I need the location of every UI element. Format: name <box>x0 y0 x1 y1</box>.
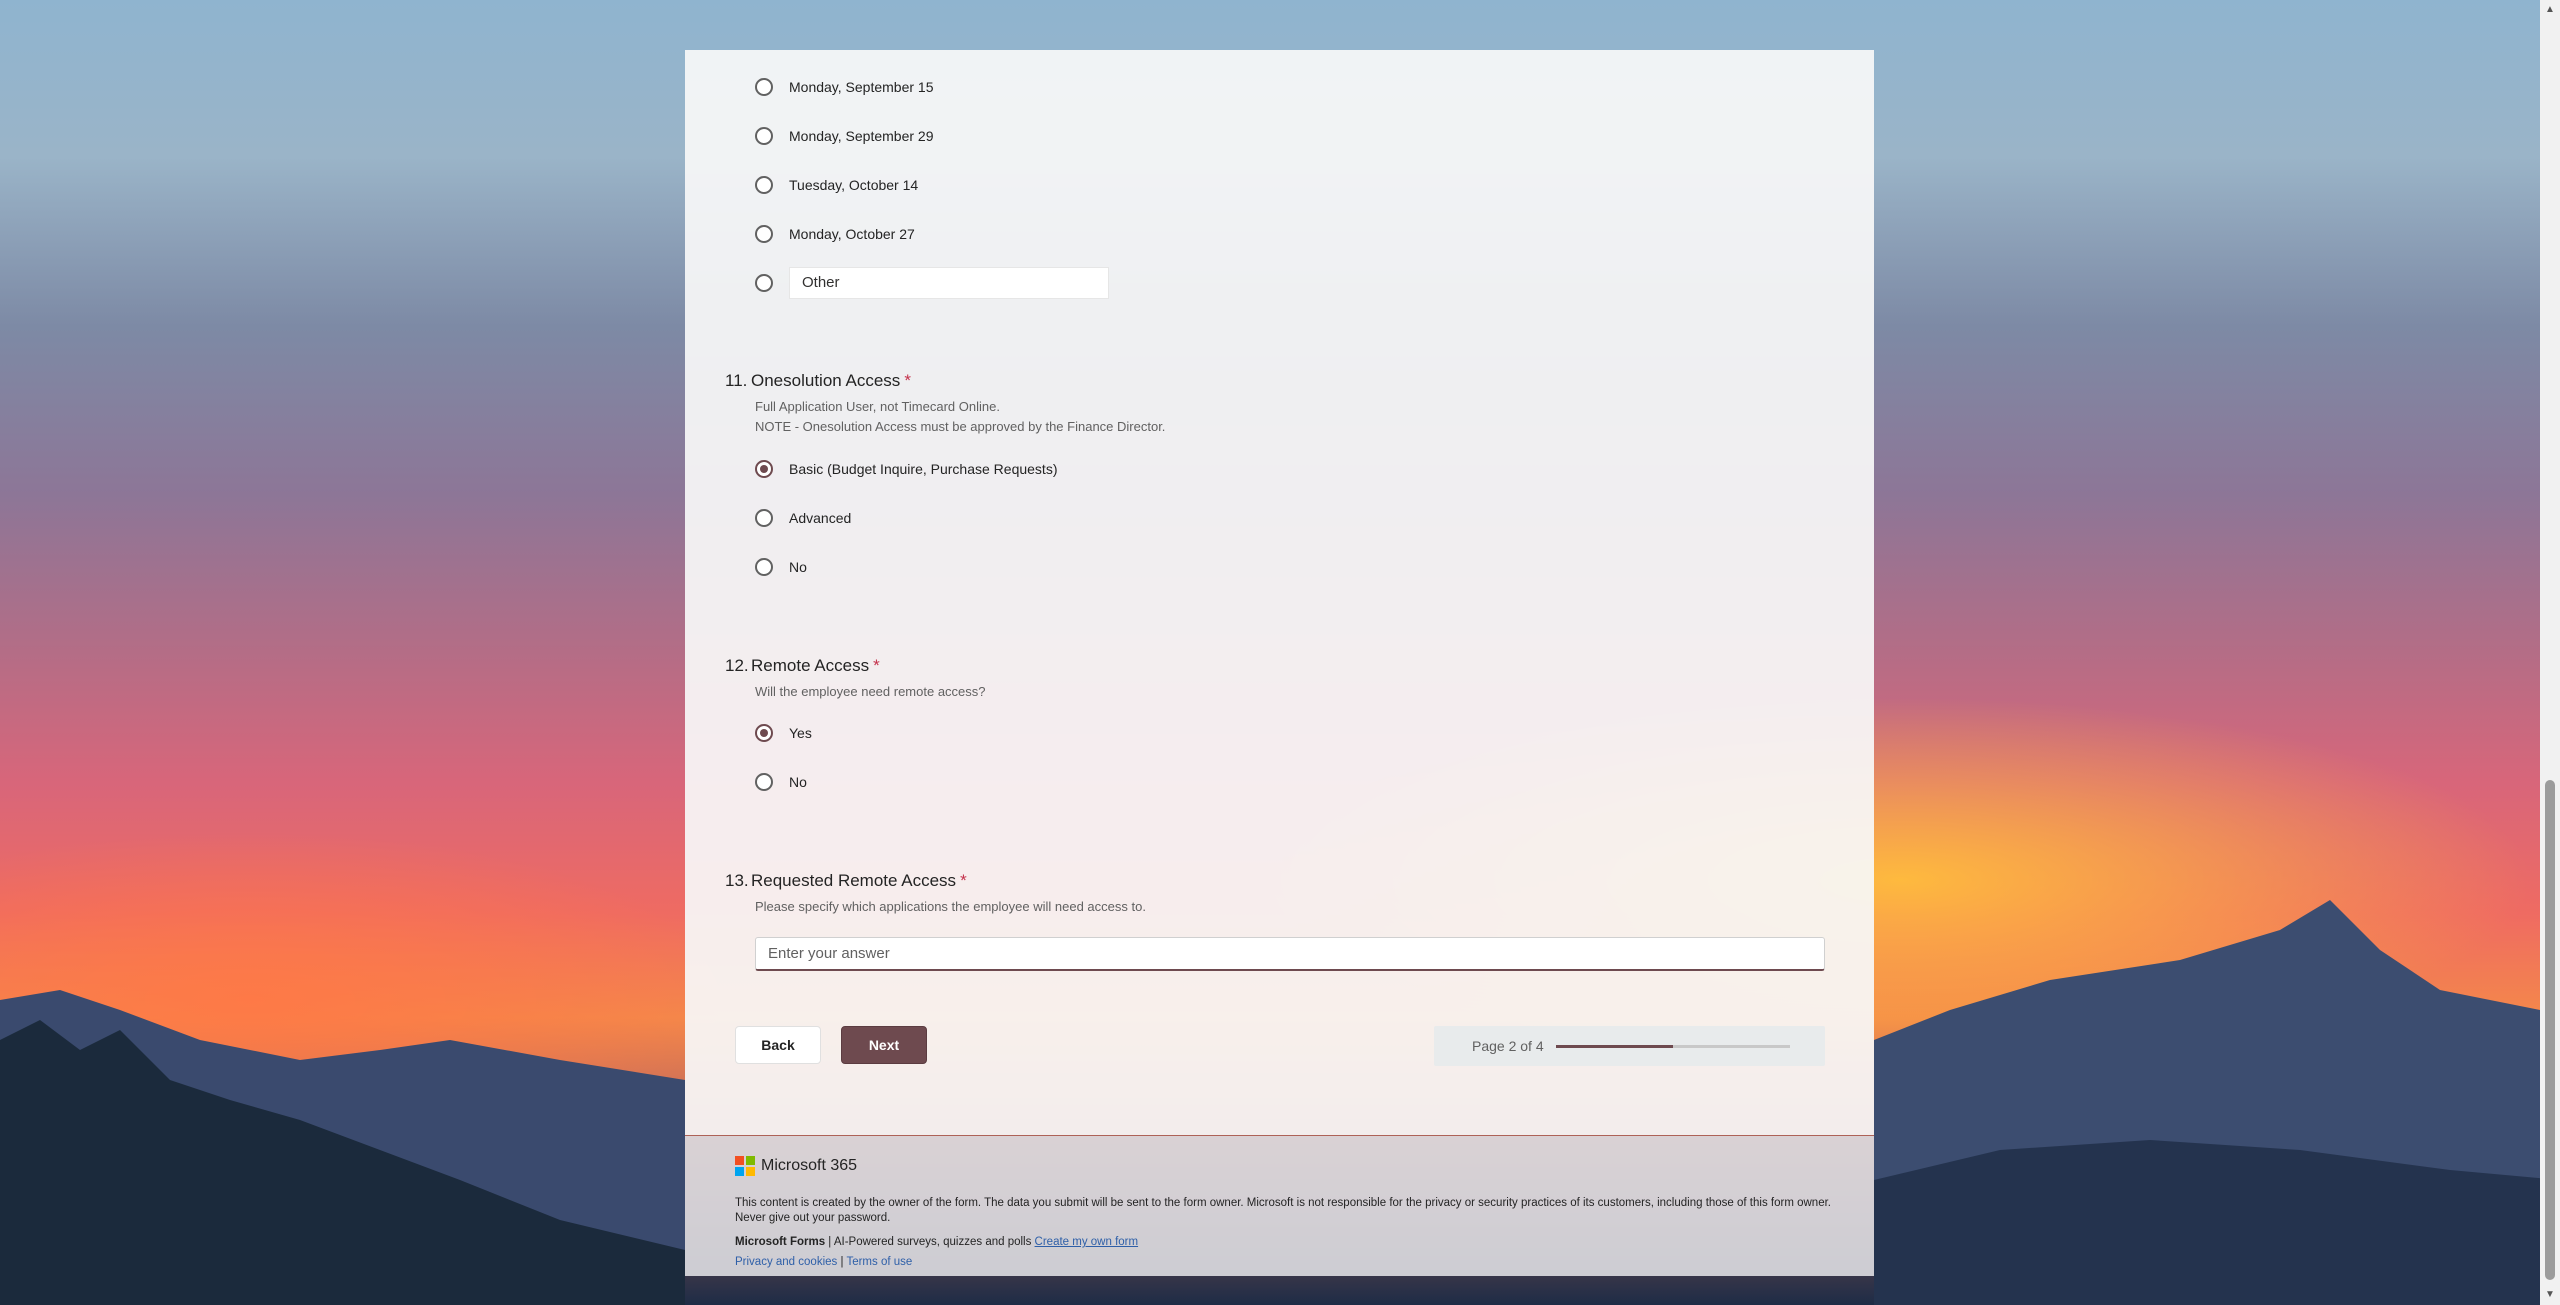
option-label: Monday, October 27 <box>789 226 915 242</box>
radio-button-selected[interactable] <box>755 724 773 742</box>
option-sep-29[interactable]: Monday, September 29 <box>755 121 934 151</box>
radio-button[interactable] <box>755 558 773 576</box>
option-advanced[interactable]: Advanced <box>755 503 851 533</box>
microsoft-365-logo: Microsoft 365 <box>735 1156 857 1176</box>
required-mark: * <box>873 656 880 675</box>
disclaimer-text: This content is created by the owner of … <box>735 1197 1831 1224</box>
question-number: 13. <box>725 871 749 890</box>
option-yes[interactable]: Yes <box>755 718 812 748</box>
question-number: 12. <box>725 656 749 675</box>
option-oct-27[interactable]: Monday, October 27 <box>755 219 915 249</box>
next-button[interactable]: Next <box>841 1026 927 1064</box>
answer-input[interactable] <box>755 937 1825 971</box>
page-progress: Page 2 of 4 <box>1434 1026 1825 1066</box>
question-description: Will the employee need remote access? <box>755 684 986 699</box>
radio-button[interactable] <box>755 773 773 791</box>
option-label: Monday, September 29 <box>789 128 934 144</box>
radio-button[interactable] <box>755 509 773 527</box>
page-scrollbar[interactable]: ▲ ▼ <box>2540 0 2560 1305</box>
question-description: Please specify which applications the em… <box>755 899 1146 914</box>
scroll-up-arrow-icon[interactable]: ▲ <box>2540 0 2560 20</box>
question-title: 12. Remote Access * <box>725 656 880 676</box>
description-line: NOTE - Onesolution Access must be approv… <box>755 419 1166 434</box>
progress-bar <box>1555 1044 1790 1048</box>
question-description: Full Application User, not Timecard Onli… <box>755 397 1165 437</box>
option-basic[interactable]: Basic (Budget Inquire, Purchase Requests… <box>755 454 1057 484</box>
radio-button[interactable] <box>755 225 773 243</box>
option-label: No <box>789 559 807 575</box>
question-number: 11. <box>725 371 748 390</box>
radio-button[interactable] <box>755 274 773 292</box>
option-sep-15[interactable]: Monday, September 15 <box>755 72 934 102</box>
legal-links: Privacy and cookies | Terms of use <box>735 1256 912 1268</box>
radio-button[interactable] <box>755 176 773 194</box>
terms-link[interactable]: Terms of use <box>846 1256 912 1268</box>
back-button[interactable]: Back <box>735 1026 821 1064</box>
option-no[interactable]: No <box>755 552 807 582</box>
forms-name: Microsoft Forms <box>735 1236 826 1248</box>
progress-bar-fill <box>1555 1044 1673 1048</box>
question-text: Onesolution Access <box>751 371 901 390</box>
option-label: Advanced <box>789 510 852 526</box>
required-mark: * <box>960 871 967 890</box>
form-footer: Microsoft 365 This content is created by… <box>685 1136 1874 1276</box>
page-indicator: Page 2 of 4 <box>1472 1038 1544 1054</box>
forms-tagline: Microsoft Forms | AI-Powered surveys, qu… <box>735 1236 1138 1248</box>
option-label: Yes <box>789 725 812 741</box>
tagline-text: | AI-Powered surveys, quizzes and polls <box>825 1236 1035 1248</box>
option-no[interactable]: No <box>755 767 807 797</box>
brand-name: Microsoft 365 <box>761 1157 858 1174</box>
option-label: Tuesday, October 14 <box>789 177 919 193</box>
question-text: Remote Access <box>751 656 870 675</box>
option-other[interactable]: Other <box>755 267 1109 299</box>
required-mark: * <box>904 371 911 390</box>
create-form-link[interactable]: Create my own form <box>1035 1236 1139 1248</box>
question-text: Requested Remote Access <box>751 871 957 890</box>
form-card: Monday, September 15 Monday, September 2… <box>685 50 1874 1276</box>
radio-button-selected[interactable] <box>755 460 773 478</box>
other-input[interactable]: Other <box>789 267 1109 299</box>
radio-button[interactable] <box>755 78 773 96</box>
option-label: Monday, September 15 <box>789 79 934 95</box>
question-title: 11. Onesolution Access * <box>725 371 911 391</box>
privacy-link[interactable]: Privacy and cookies <box>735 1256 837 1268</box>
option-oct-14[interactable]: Tuesday, October 14 <box>755 170 918 200</box>
question-title: 13. Requested Remote Access * <box>725 871 967 891</box>
option-label: Basic (Budget Inquire, Purchase Requests… <box>789 461 1058 477</box>
radio-button[interactable] <box>755 127 773 145</box>
option-label: No <box>789 774 807 790</box>
description-line: Full Application User, not Timecard Onli… <box>755 399 1000 414</box>
scroll-down-arrow-icon[interactable]: ▼ <box>2540 1285 2560 1305</box>
microsoft-logo-icon <box>735 1156 755 1176</box>
scrollbar-thumb[interactable] <box>2545 780 2555 1280</box>
